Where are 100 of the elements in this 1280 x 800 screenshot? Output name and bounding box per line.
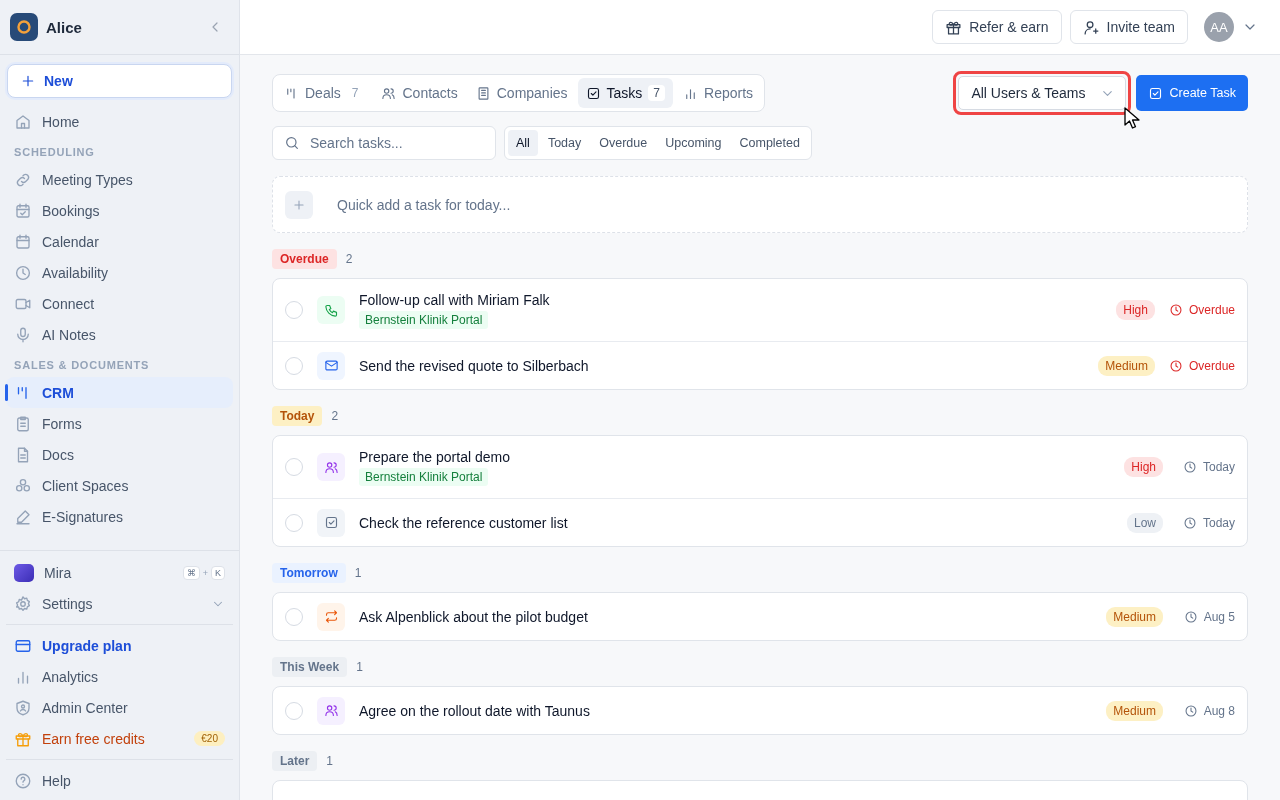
gear-icon bbox=[14, 594, 32, 613]
refer-button[interactable]: Refer & earn bbox=[932, 10, 1062, 44]
clock-icon bbox=[1183, 609, 1198, 624]
sidebar-item[interactable]: Availability bbox=[6, 257, 233, 288]
circles-icon bbox=[14, 476, 32, 495]
task-checkbox[interactable] bbox=[285, 301, 303, 319]
search-input[interactable]: Search tasks... bbox=[308, 134, 484, 152]
calendar-icon bbox=[14, 232, 32, 251]
task-checkbox[interactable] bbox=[285, 513, 303, 532]
priority-badge: Medium bbox=[1106, 606, 1163, 627]
group-label: Overdue bbox=[272, 249, 337, 269]
filter-tab[interactable]: Today bbox=[539, 130, 590, 156]
sidebar-item-label: Availability bbox=[42, 264, 108, 281]
due-date: Overdue bbox=[1188, 358, 1235, 373]
tab[interactable]: Tasks 7 bbox=[577, 78, 674, 108]
help-item[interactable]: Help bbox=[6, 765, 233, 796]
new-button[interactable]: New bbox=[7, 64, 232, 98]
assistant-logo-icon bbox=[14, 563, 34, 582]
checkbox-icon bbox=[323, 515, 339, 530]
group-label: Later bbox=[272, 751, 318, 771]
tab[interactable]: Deals 7 bbox=[276, 78, 372, 108]
add-button[interactable] bbox=[285, 190, 313, 219]
clock-icon bbox=[1182, 460, 1197, 474]
filter-tab[interactable]: Upcoming bbox=[657, 130, 730, 156]
sidebar-item-label: E-Signatures bbox=[42, 508, 123, 525]
checkbox-icon bbox=[585, 85, 601, 101]
sidebar-item[interactable]: Forms bbox=[6, 408, 233, 439]
workspace-logo bbox=[10, 13, 38, 41]
tab[interactable]: Contacts bbox=[373, 78, 466, 108]
sidebar-item[interactable]: Earn free credits €20 bbox=[6, 723, 233, 754]
priority-badge: Medium bbox=[1098, 355, 1155, 376]
workspace-name: Alice bbox=[46, 18, 83, 36]
sidebar-item-label: AI Notes bbox=[42, 326, 96, 343]
settings-item[interactable]: Settings bbox=[6, 588, 233, 619]
tab[interactable]: Reports bbox=[675, 78, 762, 108]
sidebar-item[interactable]: Client Spaces bbox=[6, 470, 233, 501]
sidebar-item[interactable]: Admin Center bbox=[6, 692, 233, 723]
people-icon bbox=[381, 85, 397, 101]
create-task-button[interactable]: Create Task bbox=[1135, 75, 1248, 111]
task-checkbox[interactable] bbox=[285, 356, 303, 375]
task-tag: Bernstein Klinik Portal bbox=[359, 310, 489, 329]
sidebar-item[interactable]: Connect bbox=[6, 288, 233, 319]
sidebar-item[interactable]: CRM bbox=[6, 377, 233, 408]
owner-dropdown[interactable]: All Users & Teams bbox=[958, 76, 1126, 110]
sidebar-item-label: Connect bbox=[42, 295, 95, 312]
priority-badge: Low bbox=[1127, 512, 1163, 533]
task-title[interactable]: Follow-up call with Miriam Falk bbox=[359, 291, 550, 308]
group-label: This Week bbox=[272, 657, 348, 677]
sidebar-item-label: Client Spaces bbox=[42, 477, 129, 494]
sidebar-item[interactable]: Docs bbox=[6, 439, 233, 470]
plus-icon bbox=[292, 197, 306, 212]
group-label: Tomorrow bbox=[272, 563, 346, 583]
sidebar-item[interactable]: Upgrade plan bbox=[6, 630, 233, 661]
task-checkbox[interactable] bbox=[285, 607, 303, 626]
assistant-item[interactable]: Mira ⌘ + K bbox=[6, 557, 233, 588]
task-checkbox[interactable] bbox=[285, 701, 303, 720]
sidebar-item-label: Docs bbox=[42, 446, 74, 463]
help-label: Help bbox=[42, 772, 71, 789]
tab[interactable]: Companies bbox=[467, 78, 576, 108]
task-title[interactable]: Agree on the rollout date with Taunus bbox=[359, 702, 590, 719]
search-icon bbox=[284, 135, 300, 151]
task-title[interactable]: Check the reference customer list bbox=[359, 514, 568, 531]
sidebar-item[interactable]: E-Signatures bbox=[6, 501, 233, 532]
quick-add-input[interactable]: Quick add a task for today... bbox=[335, 195, 1235, 214]
task-title[interactable]: Send the revised quote to Silberbach bbox=[359, 357, 589, 374]
sidebar-item[interactable]: Analytics bbox=[6, 661, 233, 692]
building-icon bbox=[475, 85, 491, 101]
invite-button[interactable]: Invite team bbox=[1069, 10, 1188, 44]
assistant-label: Mira bbox=[44, 564, 72, 581]
filter-tab[interactable]: Completed bbox=[731, 130, 808, 156]
group-count: 2 bbox=[331, 409, 339, 423]
due-date: Today bbox=[1202, 515, 1235, 530]
sidebar-item[interactable]: AI Notes bbox=[6, 319, 233, 350]
due-date: Today bbox=[1202, 460, 1235, 474]
filter-tab[interactable]: All bbox=[508, 130, 538, 156]
quick-add-field[interactable]: Quick add a task for today... bbox=[272, 176, 1248, 233]
sidebar-item[interactable]: Meeting Types bbox=[6, 164, 233, 195]
task-checkbox[interactable] bbox=[285, 458, 303, 476]
shortcut-key: K bbox=[211, 565, 225, 580]
sidebar-item[interactable]: Home bbox=[6, 106, 233, 137]
sidebar-item-label: Analytics bbox=[42, 668, 99, 685]
task-title[interactable]: Ask Alpenblick about the pilot budget bbox=[359, 608, 588, 625]
sidebar-item-label: Upgrade plan bbox=[42, 637, 132, 654]
due-date: Aug 8 bbox=[1203, 703, 1235, 718]
group-count: 1 bbox=[356, 660, 363, 674]
priority-badge: Medium bbox=[1106, 700, 1163, 721]
sidebar-item-label: Admin Center bbox=[42, 699, 128, 716]
checkbox-icon bbox=[1147, 85, 1163, 101]
due-date: Aug 5 bbox=[1203, 609, 1235, 624]
task-title[interactable]: Prepare the portal demo bbox=[359, 448, 510, 465]
sidebar-item-label: Forms bbox=[42, 415, 82, 432]
sidebar-item[interactable]: Calendar bbox=[6, 226, 233, 257]
clock-icon bbox=[1182, 515, 1197, 530]
sidebar-item[interactable]: Bookings bbox=[6, 195, 233, 226]
filter-tab[interactable]: Overdue bbox=[591, 130, 656, 156]
repeat-arrows-icon bbox=[323, 609, 339, 624]
group-count: 2 bbox=[345, 252, 353, 266]
section-heading: SALES & DOCUMENTS bbox=[13, 358, 151, 373]
clock-icon bbox=[1168, 303, 1183, 317]
search-field[interactable]: Search tasks... bbox=[272, 126, 496, 160]
